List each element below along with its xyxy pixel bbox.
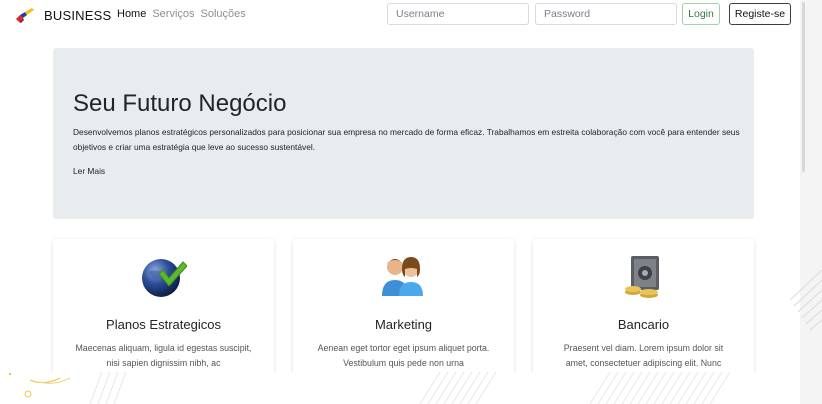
read-more-link[interactable]: Ler Mais: [73, 166, 105, 176]
card-title: Planos Estrategicos: [106, 317, 221, 332]
brand-name: BUSINESS: [44, 7, 112, 23]
register-button[interactable]: Registe-se: [729, 3, 791, 25]
card-title: Marketing: [374, 317, 433, 332]
brand-logo-icon: [16, 8, 34, 23]
login-button[interactable]: Login: [682, 3, 720, 25]
people-icon: [382, 257, 423, 296]
hero-jumbotron: Seu Futuro Negócio Desenvolvemos planos …: [53, 48, 754, 219]
card-bancario: Bancario Praesent vel diam. Lorem ipsum …: [533, 239, 754, 379]
hero-title: Seu Futuro Negócio: [73, 90, 287, 117]
nav-link-solucoes[interactable]: Soluções: [201, 8, 246, 20]
hero-text: Desenvolvemos planos estratégicos person…: [73, 127, 740, 152]
card-text: Aenean eget tortor eget ipsum aliquet po…: [317, 343, 490, 368]
decorative-lines-icon: [8, 372, 731, 404]
card-planos: Planos Estrategicos Maecenas aliquam, li…: [53, 239, 274, 379]
card-title: Bancario: [617, 317, 670, 332]
card-text: Praesent vel diam. Lorem ipsum dolor sit…: [563, 343, 724, 368]
username-input[interactable]: Username: [387, 3, 529, 25]
main-nav: Home Serviços Soluções: [117, 8, 246, 20]
card-marketing: Marketing Aenean eget tortor eget ipsum …: [293, 239, 514, 379]
safe-coins-icon: [625, 256, 659, 298]
nav-link-servicos[interactable]: Serviços: [152, 8, 194, 20]
password-input[interactable]: Password: [535, 3, 677, 25]
globe-check-icon: [142, 259, 187, 297]
decorative-corner-icon: [790, 269, 822, 331]
card-text: Maecenas aliquam, ligula id egestas susc…: [75, 343, 252, 368]
scrollbar-thumb[interactable]: [802, 2, 805, 172]
navbar: BUSINESS Home Serviços Soluções Username…: [0, 0, 800, 30]
brand[interactable]: BUSINESS: [14, 6, 111, 24]
nav-link-home[interactable]: Home: [117, 8, 146, 20]
